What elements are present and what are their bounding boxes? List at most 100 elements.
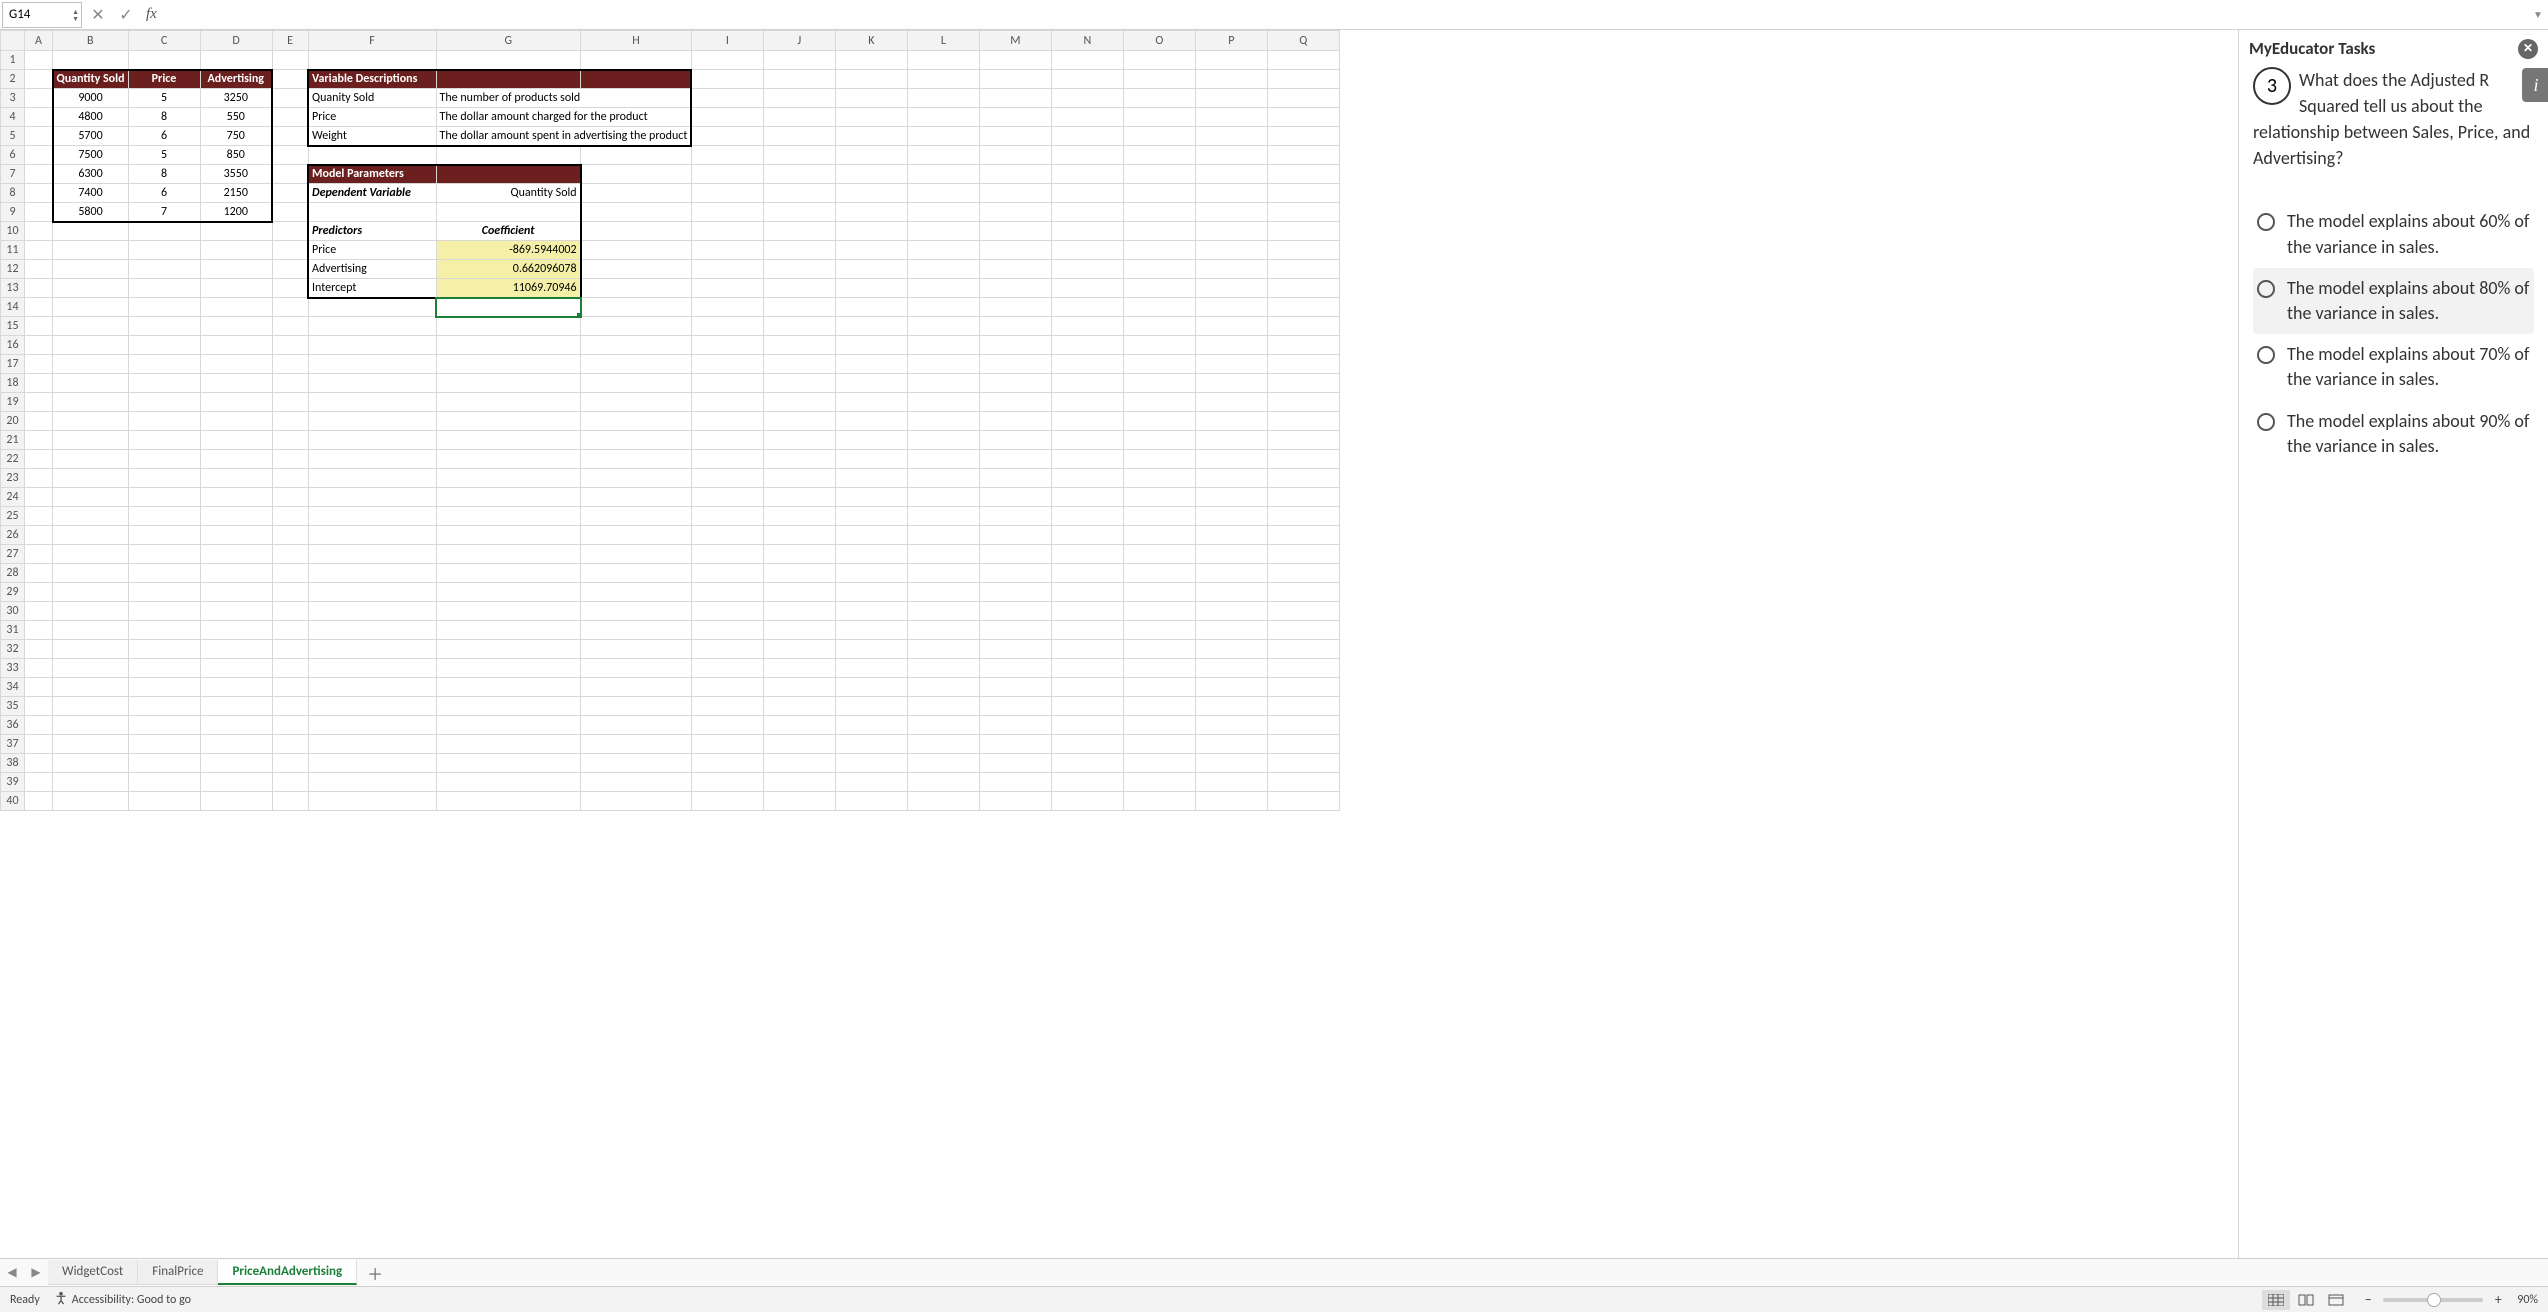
cell-I36[interactable] bbox=[691, 716, 763, 735]
zoom-out-icon[interactable]: − bbox=[2359, 1291, 2377, 1308]
cell-E37[interactable] bbox=[272, 735, 308, 754]
cell-J4[interactable] bbox=[763, 108, 835, 127]
cell-L32[interactable] bbox=[907, 640, 979, 659]
cell-D18[interactable] bbox=[200, 374, 272, 393]
cell-O38[interactable] bbox=[1123, 754, 1195, 773]
cell-Q29[interactable] bbox=[1267, 583, 1339, 602]
cell-B25[interactable] bbox=[53, 507, 129, 526]
cell-F20[interactable] bbox=[308, 412, 436, 431]
cell-H29[interactable] bbox=[581, 583, 692, 602]
cell-O12[interactable] bbox=[1123, 260, 1195, 279]
cell-O35[interactable] bbox=[1123, 697, 1195, 716]
cell-P12[interactable] bbox=[1195, 260, 1267, 279]
cell-K3[interactable] bbox=[835, 89, 907, 108]
cell-Q15[interactable] bbox=[1267, 317, 1339, 336]
cell-L5[interactable] bbox=[907, 127, 979, 146]
cell-I7[interactable] bbox=[691, 165, 763, 184]
cell-D3[interactable]: 3250 bbox=[200, 89, 272, 108]
cell-G1[interactable] bbox=[436, 51, 581, 70]
sheet-tab-WidgetCost[interactable]: WidgetCost bbox=[48, 1260, 138, 1285]
cell-I22[interactable] bbox=[691, 450, 763, 469]
cell-M12[interactable] bbox=[979, 260, 1051, 279]
cell-P29[interactable] bbox=[1195, 583, 1267, 602]
cell-N32[interactable] bbox=[1051, 640, 1123, 659]
cell-K9[interactable] bbox=[835, 203, 907, 222]
cell-M4[interactable] bbox=[979, 108, 1051, 127]
cell-N9[interactable] bbox=[1051, 203, 1123, 222]
cell-C37[interactable] bbox=[128, 735, 200, 754]
cell-E25[interactable] bbox=[272, 507, 308, 526]
cell-O15[interactable] bbox=[1123, 317, 1195, 336]
cell-G15[interactable] bbox=[436, 317, 581, 336]
cell-A40[interactable] bbox=[25, 792, 53, 811]
cell-B36[interactable] bbox=[53, 716, 129, 735]
cell-Q13[interactable] bbox=[1267, 279, 1339, 298]
cell-F7[interactable]: Model Parameters bbox=[308, 165, 436, 184]
cell-O37[interactable] bbox=[1123, 735, 1195, 754]
cell-J28[interactable] bbox=[763, 564, 835, 583]
row-header-24[interactable]: 24 bbox=[1, 488, 25, 507]
cell-D9[interactable]: 1200 bbox=[200, 203, 272, 222]
cell-P25[interactable] bbox=[1195, 507, 1267, 526]
cell-N25[interactable] bbox=[1051, 507, 1123, 526]
col-header-E[interactable]: E bbox=[272, 31, 308, 51]
cell-P21[interactable] bbox=[1195, 431, 1267, 450]
row-header-17[interactable]: 17 bbox=[1, 355, 25, 374]
cell-F6[interactable] bbox=[308, 146, 436, 165]
cell-F30[interactable] bbox=[308, 602, 436, 621]
col-header-O[interactable]: O bbox=[1123, 31, 1195, 51]
cell-J31[interactable] bbox=[763, 621, 835, 640]
cell-C5[interactable]: 6 bbox=[128, 127, 200, 146]
cell-E7[interactable] bbox=[272, 165, 308, 184]
cell-N34[interactable] bbox=[1051, 678, 1123, 697]
cell-L2[interactable] bbox=[907, 70, 979, 89]
cell-B15[interactable] bbox=[53, 317, 129, 336]
row-header-3[interactable]: 3 bbox=[1, 89, 25, 108]
cell-L20[interactable] bbox=[907, 412, 979, 431]
cell-A1[interactable] bbox=[25, 51, 53, 70]
cell-E36[interactable] bbox=[272, 716, 308, 735]
cell-B11[interactable] bbox=[53, 241, 129, 260]
cell-B17[interactable] bbox=[53, 355, 129, 374]
cell-M8[interactable] bbox=[979, 184, 1051, 203]
cell-P26[interactable] bbox=[1195, 526, 1267, 545]
cell-Q30[interactable] bbox=[1267, 602, 1339, 621]
cell-Q24[interactable] bbox=[1267, 488, 1339, 507]
cell-D33[interactable] bbox=[200, 659, 272, 678]
cell-O25[interactable] bbox=[1123, 507, 1195, 526]
col-header-J[interactable]: J bbox=[763, 31, 835, 51]
cell-C11[interactable] bbox=[128, 241, 200, 260]
cell-G7[interactable] bbox=[436, 165, 581, 184]
cell-N16[interactable] bbox=[1051, 336, 1123, 355]
cell-C4[interactable]: 8 bbox=[128, 108, 200, 127]
cell-F9[interactable] bbox=[308, 203, 436, 222]
cell-Q26[interactable] bbox=[1267, 526, 1339, 545]
cell-O5[interactable] bbox=[1123, 127, 1195, 146]
cell-H12[interactable] bbox=[581, 260, 692, 279]
cell-N36[interactable] bbox=[1051, 716, 1123, 735]
cell-G26[interactable] bbox=[436, 526, 581, 545]
cell-A8[interactable] bbox=[25, 184, 53, 203]
cell-B1[interactable] bbox=[53, 51, 129, 70]
col-header-A[interactable]: A bbox=[25, 31, 53, 51]
cell-A23[interactable] bbox=[25, 469, 53, 488]
col-header-K[interactable]: K bbox=[835, 31, 907, 51]
cell-O21[interactable] bbox=[1123, 431, 1195, 450]
option-2[interactable]: The model explains about 70% of the vari… bbox=[2253, 334, 2534, 400]
cell-L38[interactable] bbox=[907, 754, 979, 773]
cell-O1[interactable] bbox=[1123, 51, 1195, 70]
cell-C35[interactable] bbox=[128, 697, 200, 716]
cell-A20[interactable] bbox=[25, 412, 53, 431]
row-header-15[interactable]: 15 bbox=[1, 317, 25, 336]
cell-P1[interactable] bbox=[1195, 51, 1267, 70]
cell-G39[interactable] bbox=[436, 773, 581, 792]
cell-H6[interactable] bbox=[581, 146, 692, 165]
cell-P24[interactable] bbox=[1195, 488, 1267, 507]
cell-L8[interactable] bbox=[907, 184, 979, 203]
cell-L22[interactable] bbox=[907, 450, 979, 469]
formula-input[interactable] bbox=[163, 2, 2528, 28]
cell-M22[interactable] bbox=[979, 450, 1051, 469]
cell-O2[interactable] bbox=[1123, 70, 1195, 89]
cell-M31[interactable] bbox=[979, 621, 1051, 640]
cell-L16[interactable] bbox=[907, 336, 979, 355]
